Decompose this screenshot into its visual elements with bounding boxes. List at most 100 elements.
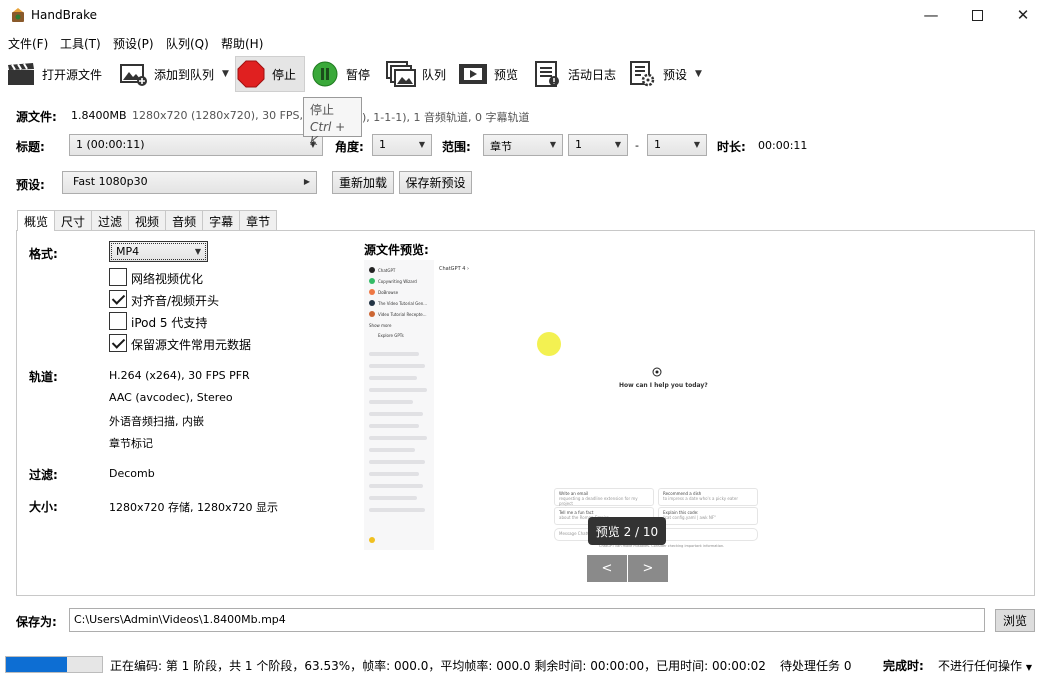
align-av-checkbox[interactable] xyxy=(109,290,127,308)
minimize-button[interactable]: — xyxy=(908,0,954,30)
menu-file[interactable]: 文件(F) xyxy=(8,35,48,52)
ipod-support-checkbox[interactable] xyxy=(109,312,127,330)
pause-label: 暂停 xyxy=(346,67,371,82)
menu-queue[interactable]: 队列(Q) xyxy=(166,35,209,52)
source-name: 1.8400MB xyxy=(71,109,127,122)
source-info: 1280x720 (1280x720), 30 FPS, SDR xyxy=(132,109,330,122)
activity-log-label: 活动日志 xyxy=(568,67,617,82)
duration-label: 时长: xyxy=(717,140,746,154)
chevron-down-icon: ▼ xyxy=(418,140,425,149)
tab-summary[interactable]: 概览 xyxy=(17,210,56,231)
range-to-select[interactable]: 1 ▼ xyxy=(647,134,707,156)
close-icon: ✕ xyxy=(1016,6,1030,24)
pause-button[interactable]: 暂停 xyxy=(310,56,370,92)
format-label: 格式: xyxy=(29,247,58,261)
preview-sidebar-item: Show more xyxy=(369,323,392,328)
chevron-down-icon[interactable]: ▼ xyxy=(695,69,702,79)
chevron-down-icon[interactable]: ▼ xyxy=(222,69,229,79)
size-value: 1280x720 存储, 1280x720 显示 xyxy=(109,501,278,514)
open-source-label: 打开源文件 xyxy=(42,67,103,82)
stop-button[interactable]: 停止 xyxy=(235,56,305,92)
title-bar: HandBrake — ✕ xyxy=(0,0,1046,30)
preview-openai-icon xyxy=(652,367,662,377)
save-new-preset-button[interactable]: 保存新预设 xyxy=(399,171,472,194)
save-path-input[interactable]: C:\Users\Admin\Videos\1.8400Mb.mp4 xyxy=(69,608,985,632)
add-image-icon xyxy=(118,60,148,88)
chevron-down-icon: ▼ xyxy=(693,140,700,149)
close-button[interactable]: ✕ xyxy=(1000,0,1046,30)
keep-metadata-checkbox[interactable] xyxy=(109,334,127,352)
preview-sidebar-item: ChatGPT xyxy=(378,268,396,273)
menu-help[interactable]: 帮助(H) xyxy=(221,35,263,52)
pause-icon xyxy=(310,60,340,88)
align-av-label: 对齐音/视频开头 xyxy=(131,294,220,308)
handbrake-logo-icon xyxy=(12,8,24,22)
angle-select[interactable]: 1 ▼ xyxy=(372,134,432,156)
preview-next-button[interactable]: > xyxy=(628,555,668,582)
track-audio: AAC (avcodec), Stereo xyxy=(109,391,233,404)
tooltip-title: 停止 xyxy=(310,103,335,117)
window-title: HandBrake xyxy=(31,8,98,22)
title-select[interactable]: 1 (00:00:11) ▼ xyxy=(69,134,323,156)
when-done-label: 完成时: xyxy=(883,659,924,673)
stop-label: 停止 xyxy=(272,67,297,82)
preview-history-line xyxy=(369,436,427,440)
reload-preset-button[interactable]: 重新加载 xyxy=(332,171,394,194)
preview-history-line xyxy=(369,376,417,380)
preview-card-sub: to impress a date who's a picky eater xyxy=(663,496,738,501)
preview-suggestion-card: Explain this code: "cat config.yaml | awk… xyxy=(658,507,758,525)
log-icon xyxy=(532,60,562,88)
preview-label: 源文件预览: xyxy=(364,243,429,257)
tab-filters[interactable]: 过滤 xyxy=(91,210,130,230)
preview-gpt-icon xyxy=(369,311,375,317)
keep-metadata-label: 保留源文件常用元数据 xyxy=(131,338,252,352)
angle-value: 1 xyxy=(379,138,386,151)
cursor-highlight xyxy=(537,332,561,356)
source-info-tail: ), 1-1-1), 1 音频轨道, 0 字幕轨道 xyxy=(362,111,530,124)
range-type-select[interactable]: 章节 ▼ xyxy=(483,134,563,156)
film-icon xyxy=(458,60,488,88)
preview-sidebar: ChatGPT Copywriting Wizard DoBrowse The … xyxy=(364,260,434,550)
preview-gpt-icon xyxy=(369,289,375,295)
menu-presets[interactable]: 预设(P) xyxy=(113,35,154,52)
minimize-icon: — xyxy=(923,6,939,24)
preview-history-line xyxy=(369,508,425,512)
browse-button[interactable]: 浏览 xyxy=(995,609,1035,632)
activity-log-button[interactable]: 活动日志 xyxy=(532,56,616,92)
preview-gpt-icon xyxy=(369,278,375,284)
preview-logo-icon xyxy=(369,267,375,273)
tracks-label: 轨道: xyxy=(29,370,58,384)
chevron-down-icon: ▼ xyxy=(1025,663,1032,672)
tab-chapters[interactable]: 章节 xyxy=(239,210,278,230)
save-as-label: 保存为: xyxy=(16,615,57,629)
add-to-queue-button[interactable]: 添加到队列 ▼ xyxy=(118,56,229,92)
tab-dimensions[interactable]: 尺寸 xyxy=(54,210,93,230)
preview-avatar xyxy=(369,537,375,543)
tab-subtitles[interactable]: 字幕 xyxy=(202,210,241,230)
queue-label: 队列 xyxy=(422,67,447,82)
when-done-select[interactable]: 不进行任何操作 ▼ xyxy=(938,657,1032,674)
web-optimize-checkbox[interactable] xyxy=(109,268,127,286)
preview-button[interactable]: 预览 xyxy=(458,56,518,92)
preview-history-line xyxy=(369,472,419,476)
tab-audio[interactable]: 音频 xyxy=(165,210,204,230)
menu-tools[interactable]: 工具(T) xyxy=(60,35,101,52)
filters-label: 过滤: xyxy=(29,468,58,482)
presets-button[interactable]: 预设 ▼ xyxy=(627,56,702,92)
preview-prev-button[interactable]: < xyxy=(587,555,627,582)
range-from-select[interactable]: 1 ▼ xyxy=(568,134,628,156)
preset-gear-icon xyxy=(627,60,657,88)
maximize-button[interactable] xyxy=(954,0,1000,30)
filters-value: Decomb xyxy=(109,467,155,480)
range-label: 范围: xyxy=(442,140,471,154)
preset-select[interactable]: Fast 1080p30 ▶ xyxy=(62,171,317,194)
maximize-icon xyxy=(971,9,983,21)
preview-prompt: How can I help you today? xyxy=(619,382,708,389)
preview-sidebar-item: Video Tutorial Recepte... xyxy=(378,312,427,317)
open-source-button[interactable]: 打开源文件 xyxy=(6,56,102,92)
tab-video[interactable]: 视频 xyxy=(128,210,167,230)
preset-label: 预设: xyxy=(16,178,45,192)
menu-bar: 文件(F) 工具(T) 预设(P) 队列(Q) 帮助(H) xyxy=(0,32,1046,52)
queue-button[interactable]: 队列 xyxy=(386,56,446,92)
format-select[interactable]: MP4 ▼ xyxy=(109,241,208,262)
